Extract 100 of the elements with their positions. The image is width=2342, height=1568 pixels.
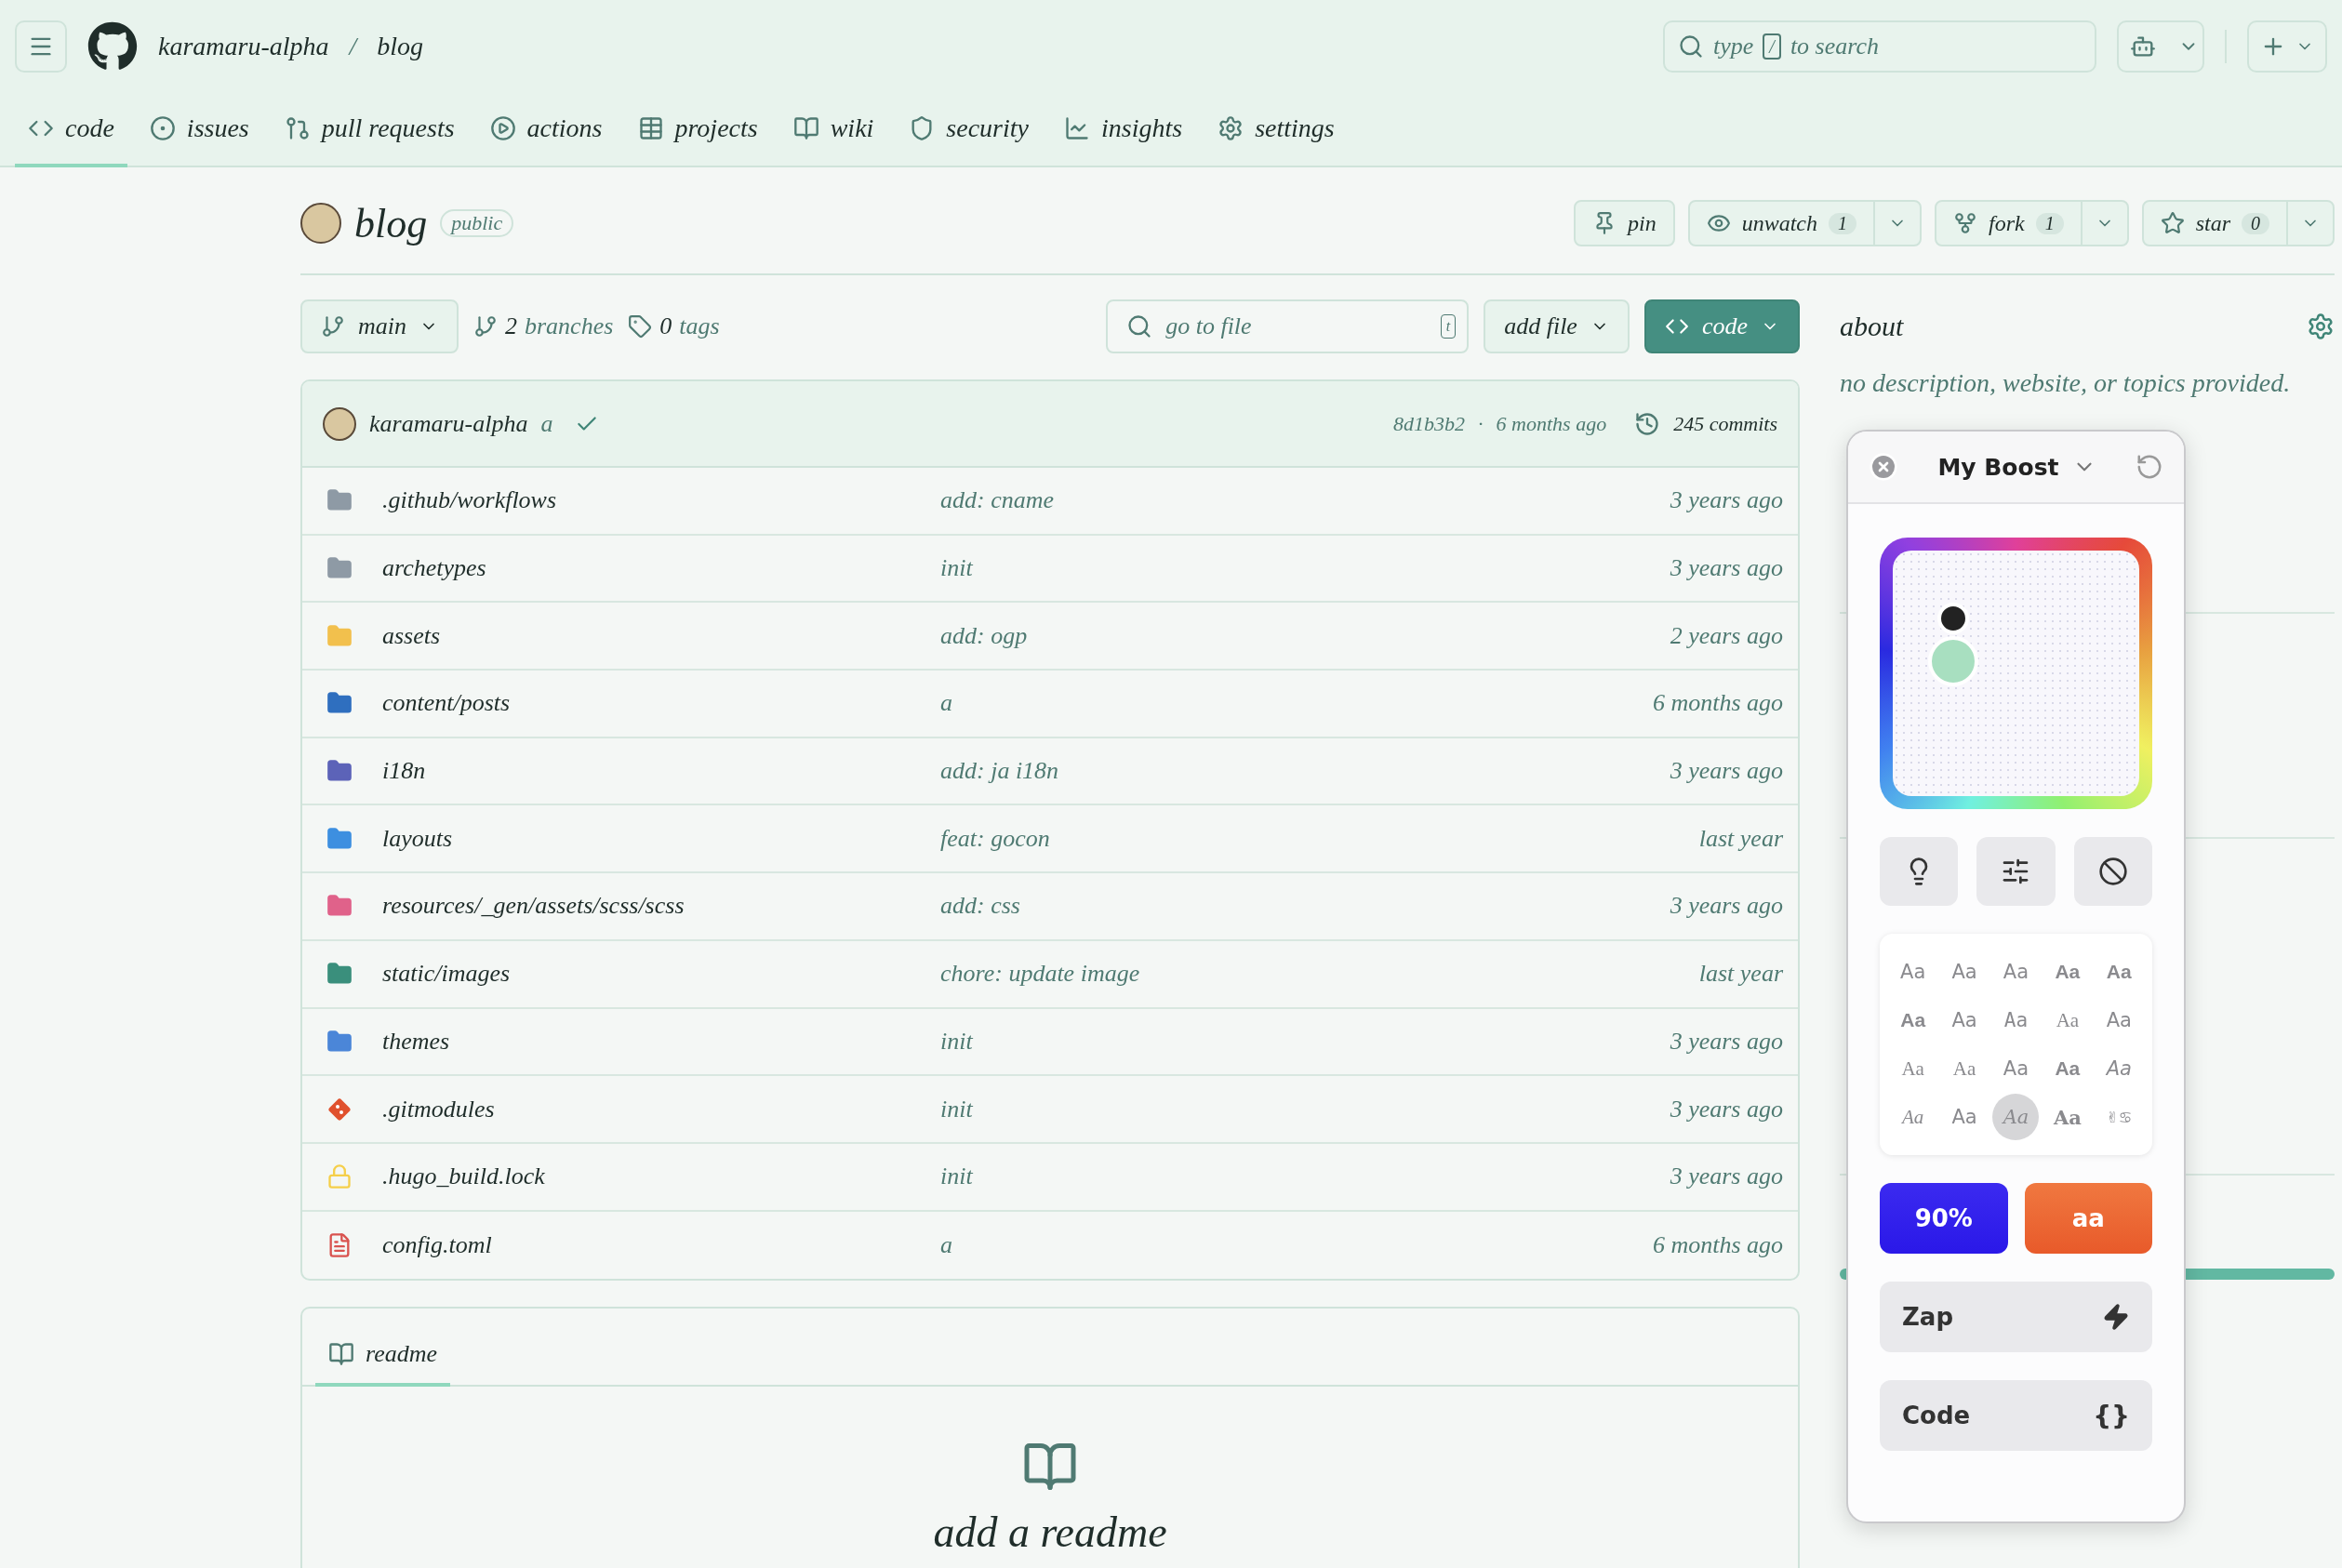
- font-option[interactable]: Aa: [1941, 1045, 1989, 1092]
- zap-button[interactable]: Zap: [1880, 1282, 2152, 1352]
- commit-time: 6 months ago: [1652, 689, 1783, 718]
- add-file-button[interactable]: add file: [1484, 299, 1630, 353]
- nav-tab[interactable]: settings: [1204, 93, 1348, 167]
- font-option[interactable]: Aa: [2043, 949, 2091, 995]
- font-option[interactable]: Aa: [1941, 997, 1989, 1043]
- search-hint: to search: [1790, 33, 1879, 60]
- copilot-button[interactable]: [2117, 20, 2204, 73]
- file-name[interactable]: .github/workflows: [382, 486, 557, 515]
- tool-button[interactable]: [1976, 837, 2056, 906]
- search-field[interactable]: type / to search: [1663, 20, 2096, 73]
- search-hint: type: [1713, 33, 1754, 60]
- file-name[interactable]: static/images: [382, 960, 511, 989]
- font-option[interactable]: Aa: [1941, 1094, 1989, 1140]
- case-button[interactable]: aa: [2024, 1183, 2152, 1254]
- font-option[interactable]: ✌♋: [2096, 1094, 2143, 1140]
- go-to-file-field[interactable]: go to file t: [1106, 299, 1470, 353]
- about-text: no description, website, or topics provided.: [1840, 368, 2292, 398]
- owner-link[interactable]: karamaru-alpha: [158, 32, 329, 61]
- commit-message[interactable]: add: cname: [940, 486, 1054, 515]
- font-option[interactable]: Aa: [2096, 1045, 2143, 1092]
- commit-message[interactable]: a: [940, 689, 952, 718]
- braces-icon: {}: [2093, 1400, 2130, 1431]
- font-option[interactable]: Aa: [1941, 949, 1989, 995]
- commit-message[interactable]: add: css: [940, 892, 1020, 921]
- font-option[interactable]: Aa: [1889, 1045, 1936, 1092]
- book-icon: [792, 115, 819, 141]
- commit-time: 3 years ago: [1670, 1027, 1783, 1056]
- close-icon[interactable]: [1869, 452, 1898, 482]
- repo-action-button[interactable]: pin: [1575, 202, 1673, 245]
- menu-button[interactable]: [15, 20, 67, 73]
- font-option[interactable]: Aa: [2043, 1094, 2091, 1140]
- file-name[interactable]: assets: [382, 621, 441, 650]
- tool-button[interactable]: [1880, 837, 1959, 906]
- nav-tab[interactable]: issues: [136, 93, 262, 167]
- shortcut-key: /: [1763, 33, 1781, 60]
- file-name[interactable]: .hugo_build.lock: [382, 1163, 545, 1191]
- repo-link[interactable]: blog: [377, 32, 424, 61]
- commit-message[interactable]: a: [540, 409, 553, 438]
- commit-time: last year: [1698, 960, 1783, 989]
- font-option[interactable]: Aa: [1992, 997, 2040, 1043]
- search-icon: [1678, 33, 1704, 60]
- file-name[interactable]: themes: [382, 1027, 450, 1056]
- commit-author[interactable]: karamaru-alpha: [369, 409, 528, 438]
- branches-link[interactable]: branches: [525, 312, 614, 340]
- font-option[interactable]: Aa: [1889, 949, 1936, 995]
- commit-time: 6 months ago: [1496, 411, 1607, 436]
- github-logo-icon[interactable]: [87, 21, 138, 72]
- file-name[interactable]: layouts: [382, 824, 453, 853]
- readme-tab[interactable]: readme: [315, 1340, 450, 1388]
- nav-tab[interactable]: wiki: [779, 93, 887, 167]
- commits-link[interactable]: 245 commits: [1673, 411, 1777, 436]
- button-label: pin: [1627, 210, 1657, 236]
- file-name[interactable]: resources/_gen/assets/scss/scss: [382, 892, 685, 921]
- commit-hash[interactable]: 8d1b3b2: [1393, 411, 1466, 436]
- file-name[interactable]: config.toml: [382, 1230, 492, 1259]
- star-icon: [2160, 211, 2185, 235]
- settings-icon[interactable]: [2307, 312, 2335, 340]
- font-option[interactable]: Aa: [2096, 997, 2143, 1043]
- reset-icon[interactable]: [2136, 453, 2163, 481]
- font-option[interactable]: Aa: [1889, 997, 1936, 1043]
- font-option[interactable]: Aa: [2096, 949, 2143, 995]
- nav-tab[interactable]: projects: [624, 93, 771, 167]
- file-name[interactable]: i18n: [382, 757, 426, 786]
- commit-message[interactable]: init: [940, 1095, 973, 1123]
- file-name[interactable]: archetypes: [382, 554, 486, 583]
- tags-link[interactable]: tags: [679, 312, 720, 340]
- nav-tab[interactable]: security: [896, 93, 1042, 167]
- nav-tab[interactable]: pull requests: [271, 93, 468, 167]
- commit-message[interactable]: add: ja i18n: [940, 757, 1059, 786]
- font-option[interactable]: Aa: [1992, 1045, 2040, 1092]
- commit-message[interactable]: init: [940, 1163, 973, 1191]
- nav-tab[interactable]: code: [15, 93, 127, 167]
- commit-message[interactable]: chore: update image: [940, 960, 1140, 989]
- nav-tab[interactable]: insights: [1051, 93, 1196, 167]
- circle-dot-icon: [149, 115, 176, 141]
- size-button[interactable]: 90%: [1880, 1183, 2008, 1254]
- branch-icon: [321, 314, 345, 339]
- code-button[interactable]: Code {}: [1880, 1380, 2152, 1451]
- commit-message[interactable]: add: ogp: [940, 621, 1028, 650]
- code-button[interactable]: code: [1643, 299, 1800, 353]
- font-option[interactable]: Aa: [1992, 949, 2040, 995]
- file-name[interactable]: content/posts: [382, 689, 511, 718]
- font-option[interactable]: Aa: [1889, 1094, 1936, 1140]
- nav-tab[interactable]: actions: [476, 93, 616, 167]
- font-option[interactable]: Aa: [1992, 1094, 2040, 1140]
- tool-button[interactable]: [2073, 837, 2152, 906]
- commit-time: 3 years ago: [1670, 554, 1783, 583]
- commit-message[interactable]: a: [940, 1230, 952, 1259]
- color-handle[interactable]: [1928, 636, 1978, 686]
- commit-message[interactable]: init: [940, 554, 973, 583]
- commit-message[interactable]: init: [940, 1027, 973, 1056]
- commit-message[interactable]: feat: gocon: [940, 824, 1050, 853]
- file-name[interactable]: .gitmodules: [382, 1095, 495, 1123]
- branch-button[interactable]: main: [300, 299, 459, 353]
- font-option[interactable]: Aa: [2043, 1045, 2091, 1092]
- color-handle[interactable]: [1937, 603, 1969, 634]
- color-picker[interactable]: [1880, 538, 2152, 809]
- font-option[interactable]: Aa: [2043, 997, 2091, 1043]
